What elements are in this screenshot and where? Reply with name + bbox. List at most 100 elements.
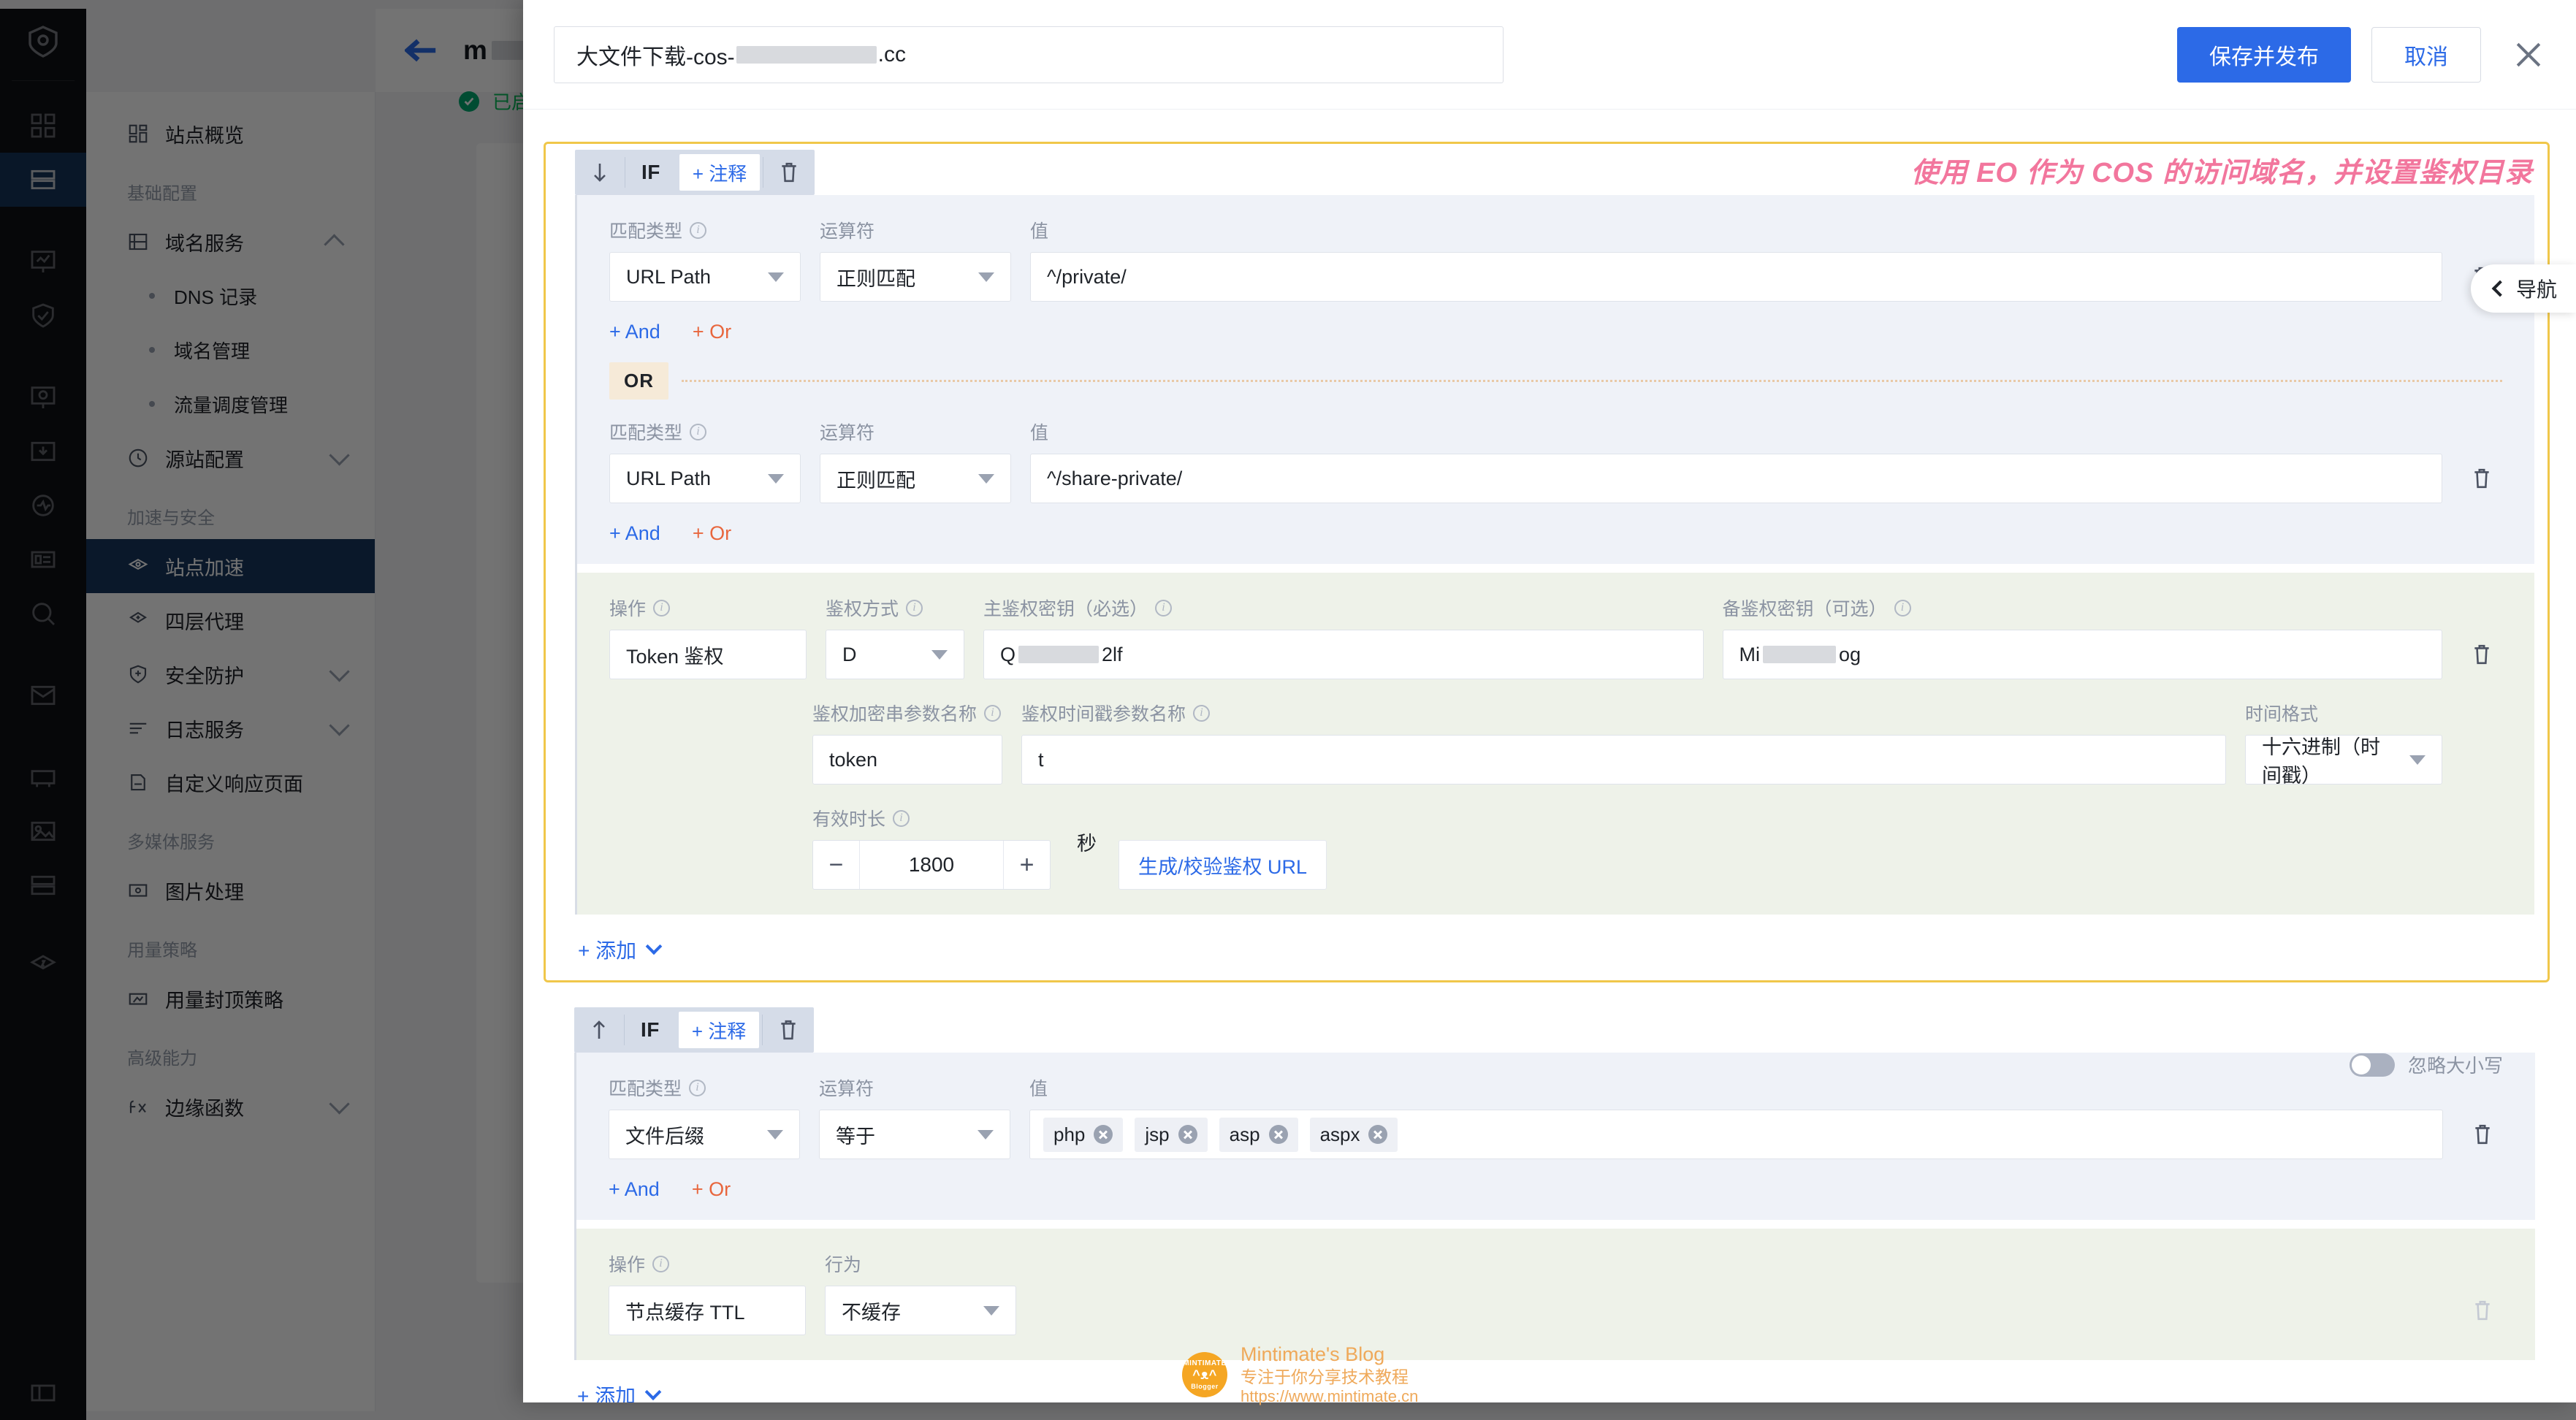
rule-2-add-more[interactable]: + 添加 [577,1381,2535,1402]
rule-1-c2-operator-field: 运算符 正则匹配 [820,419,1011,503]
rule-2-add-note-button[interactable]: + 注释 [678,1012,760,1048]
rule-1-c2-operator-select[interactable]: 正则匹配 [820,454,1011,503]
rule-1-c2-add-and-button[interactable]: + And [609,522,660,545]
info-icon[interactable]: i [1894,599,1911,617]
rule-2-action-row: 操作 i 节点缓存 TTL 行为 不缓存 [609,1251,2503,1335]
rule-1-primary-key-input[interactable]: Q 2lf [983,630,1704,679]
close-icon[interactable] [1368,1125,1388,1144]
duration-decrement-button[interactable]: − [813,841,860,889]
close-icon[interactable] [2512,38,2545,72]
ignore-case-toggle[interactable] [2349,1053,2395,1077]
rule-1-c1-value-field: 值 ^/private/ [1030,217,2442,302]
rule-1-card: 匹配类型 i URL Path 运算符 正则匹配 值 ^/private/ + … [575,195,2534,915]
rule-1-action-text: Token 鉴权 [626,645,724,668]
rule-1-backup-key-input[interactable]: Mi og [1722,630,2442,679]
rule-1-c1-operator-select[interactable]: 正则匹配 [820,252,1011,302]
generate-verify-auth-url-button[interactable]: 生成/校验鉴权 URL [1119,840,1327,890]
rule-2-operator-select[interactable]: 等于 [819,1110,1010,1159]
rule-2-behavior-select[interactable]: 不缓存 [825,1286,1016,1335]
label-ts-param: 鉴权时间戳参数名称 i [1021,700,2226,726]
rule-1-duration-stepper[interactable]: − 1800 + [812,840,1051,890]
rule-1-time-format-select[interactable]: 十六进制（时间戳） [2245,735,2442,787]
duration-increment-button[interactable]: + [1003,841,1050,889]
info-icon[interactable]: i [689,1079,706,1096]
rule-1-auth-method-select[interactable]: D [826,630,964,679]
rule-1-duration-value[interactable]: 1800 [860,853,1003,877]
rule-2-add-or-button[interactable]: + Or [692,1178,731,1201]
label-backup-key: 备鉴权密钥（可选） i [1723,595,2443,621]
rule-1-backup-key-suffix: og [1839,643,1861,665]
rule-1-enc-param-input[interactable]: token [812,735,1002,785]
rule-1-action-delete-button[interactable] [2461,630,2502,679]
chevron-down-icon [645,938,663,955]
info-icon[interactable]: i [1155,599,1173,617]
save-and-publish-button[interactable]: 保存并发布 [2177,26,2351,83]
info-icon[interactable]: i [893,809,910,827]
rule-2-add-and-button[interactable]: + And [609,1178,660,1201]
rule-1-condition-2: 匹配类型 i URL Path 运算符 正则匹配 值 ^/share-priva… [609,419,2502,503]
rule-2-value-tags-input[interactable]: php jsp asp aspx [1029,1110,2443,1159]
label-valid-duration: 有效时长 i [812,805,1051,831]
rule-1-c2-add-or-button[interactable]: + Or [693,522,731,545]
rule-1-conditions-panel: 匹配类型 i URL Path 运算符 正则匹配 值 ^/private/ + … [577,195,2534,564]
value-tag-label: asp [1229,1123,1260,1145]
watermark-logo-bottom: Blogger [1191,1383,1219,1391]
rule-1-c1-value-input[interactable]: ^/private/ [1030,252,2442,302]
rule-1-c2-match-type-select[interactable]: URL Path [609,454,801,503]
rule-1-action-value[interactable]: Token 鉴权 [609,630,807,679]
rule-1-c2-value-input[interactable]: ^/share-private/ [1030,454,2442,503]
value-tag[interactable]: jsp [1135,1117,1208,1152]
rule-2-card: 忽略大小写 匹配类型 i 文件后缀 运算符 等于 值 php jsp asp a… [574,1053,2535,1360]
chevron-down-icon [768,272,784,282]
rule-2-move-up-button[interactable] [574,1007,624,1053]
label-enc-param-text: 鉴权加密串参数名称 [812,704,978,725]
rule-1-c1-match-type-value: URL Path [626,265,712,288]
rule-1-add-more[interactable]: + 添加 [578,935,2534,964]
value-tag[interactable]: asp [1219,1117,1298,1152]
info-icon[interactable]: i [652,1255,670,1272]
navigation-toggle[interactable]: 导航 [2470,264,2576,313]
modal-body: 导航 使用 EO 作为 COS 的访问域名，并设置鉴权目录 IF + 注释 匹配… [523,110,2576,1402]
rule-1-c1-add-and-button[interactable]: + And [609,321,660,343]
close-icon[interactable] [1178,1125,1197,1144]
value-tag[interactable]: php [1043,1117,1124,1152]
value-tag[interactable]: aspx [1309,1117,1398,1152]
rule-2-action-delete-button[interactable] [2462,1286,2503,1335]
close-icon[interactable] [1094,1125,1113,1144]
cancel-button[interactable]: 取消 [2371,26,2481,83]
rule-2-ignore-case-control[interactable]: 忽略大小写 [2349,1051,2503,1078]
rule-1-c2-delete-button[interactable] [2461,454,2502,503]
rule-1-add-note-button[interactable]: + 注释 [679,154,761,191]
label-primary-key-text: 主鉴权密钥（必选） [983,599,1148,619]
rule-1-c2-add-ops: + And + Or [609,522,2502,545]
rule-2-condition-delete-button[interactable] [2462,1110,2503,1159]
close-icon[interactable] [1268,1125,1288,1144]
chevron-down-icon [931,649,948,660]
rule-1-c2-operator-value: 正则匹配 [837,469,915,492]
rule-1-c1-match-type-select[interactable]: URL Path [609,252,801,302]
rule-2-match-type-select[interactable]: 文件后缀 [609,1110,800,1159]
rule-1-delete-button[interactable] [763,150,815,195]
label-match-type: 匹配类型 i [609,419,801,445]
label-primary-key: 主鉴权密钥（必选） i [983,595,1704,621]
rule-1-c2-value-text: ^/share-private/ [1047,467,1183,489]
info-icon[interactable]: i [906,599,923,617]
label-match-type-text: 匹配类型 [609,1079,682,1099]
rule-1-c2-match-type-field: 匹配类型 i URL Path [609,419,801,503]
rule-2-delete-button[interactable] [763,1007,814,1053]
rule-2-match-type-field: 匹配类型 i 文件后缀 [609,1074,800,1159]
rule-2-action-panel: 操作 i 节点缓存 TTL 行为 不缓存 [576,1229,2535,1360]
rule-2-action-value[interactable]: 节点缓存 TTL [609,1286,806,1335]
rule-name-input[interactable]: 大文件下载-cos- .cc [554,26,1504,83]
info-icon[interactable]: i [690,423,707,440]
rule-1-ts-param-input[interactable]: t [1021,735,2226,785]
info-icon[interactable]: i [1193,704,1211,722]
duration-unit-label: 秒 [1077,832,1097,855]
info-icon[interactable]: i [690,221,707,239]
rule-1-c1-add-or-button[interactable]: + Or [693,321,731,343]
info-icon[interactable]: i [984,704,1002,722]
rule-1-primary-key-suffix: 2lf [1102,643,1123,665]
label-value: 值 [1030,423,1049,443]
rule-1-move-down-button[interactable] [575,150,625,195]
info-icon[interactable]: i [653,599,671,617]
